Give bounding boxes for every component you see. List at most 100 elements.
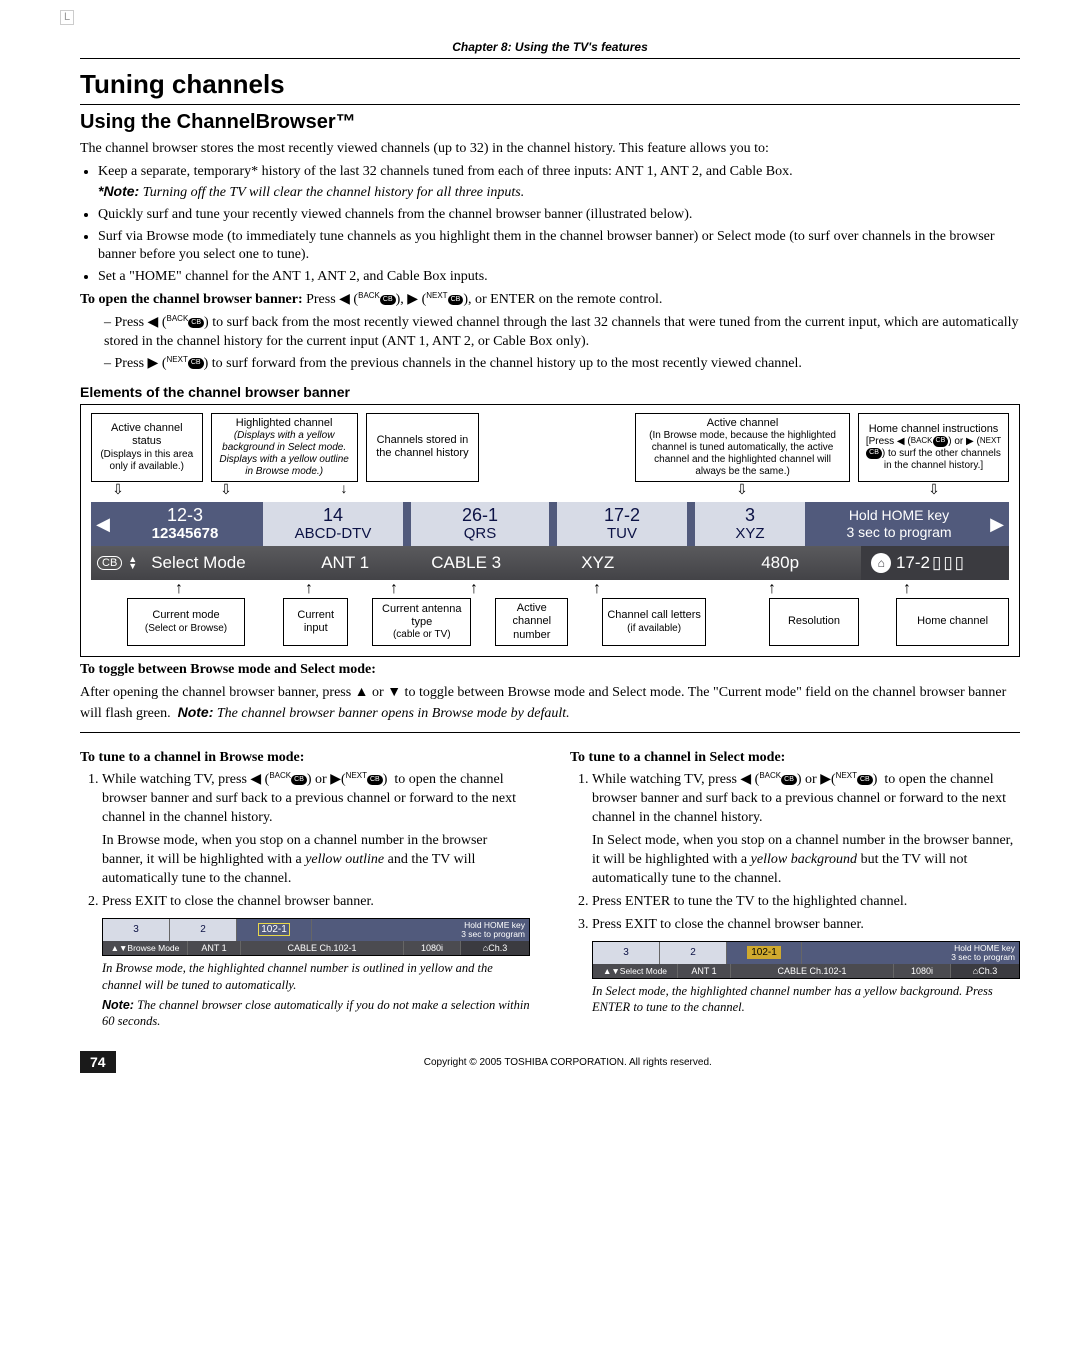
label-call-letters: Channel call letters (if available) [602, 598, 706, 646]
mini-label: CABLE Ch.102-1 [241, 941, 404, 955]
cb-next-icon: CB [866, 448, 882, 458]
toggle-body: After opening the channel browser banner… [80, 684, 1020, 724]
label-channel-number: Active channel number [495, 598, 568, 646]
mini-home: ⌂ Ch.3 [951, 964, 1019, 978]
feature-item: Surf via Browse mode (to immediately tun… [98, 228, 1020, 266]
feature-item: Quickly surf and tune your recently view… [98, 206, 1020, 225]
list-item: Press ENTER to tune the TV to the highli… [592, 893, 1020, 912]
back-label: BACK [911, 436, 933, 445]
tile-name: ABCD-DTV [263, 526, 403, 543]
label-title: Current input [288, 609, 343, 635]
mini-hold: Hold HOME key 3 sec to program [435, 919, 529, 942]
label-title: Active channel status [96, 422, 198, 448]
channel-tile: 14 ABCD-DTV [263, 502, 403, 546]
label-highlighted: Highlighted channel (Displays with a yel… [211, 413, 358, 482]
section-title: Using the ChannelBrowser™ [80, 111, 1020, 134]
cb-back-icon: CB [933, 436, 949, 446]
mini-spacer [312, 919, 435, 942]
corner-mark: L [60, 10, 74, 25]
mini-spacer [802, 942, 925, 965]
cb-next-icon: CB [188, 358, 204, 368]
page-footer: 74 Copyright © 2005 TOSHIBA CORPORATION.… [80, 1051, 1020, 1073]
label-title: Current antenna type [377, 603, 466, 629]
section-title-text: Using the ChannelBrowser™ [80, 111, 356, 133]
mini-tile: 3 [103, 919, 170, 942]
back-label: BACK [167, 314, 189, 323]
label-antenna-type: Current antenna type (cable or TV) [372, 598, 471, 646]
label-sub: (Displays with a yellow background in Se… [216, 430, 353, 478]
current-input: ANT 1 [311, 553, 421, 573]
home-channel: 17-2 [896, 553, 930, 573]
tile-name: XYZ [695, 526, 805, 543]
label-title: Active channel number [500, 602, 563, 642]
mini-tile: 2 [170, 919, 237, 942]
label-title: Resolution [774, 615, 853, 628]
status-row: CB ▲▼ Select Mode ANT 1 CABLE 3 XYZ 480p… [91, 546, 1009, 580]
next-label: NEXT [167, 355, 188, 364]
open-banner-lead: To open the channel browser banner: [80, 292, 303, 307]
label-title: Home channel instructions [863, 423, 1004, 436]
note-label: Note: [178, 704, 214, 720]
list-item: While watching TV, press ◀ (BACKCB) or ▶… [102, 771, 530, 888]
mini-res: 1080i [404, 941, 461, 955]
mini-res: 1080i [894, 964, 951, 978]
cb-back-icon: CB [380, 295, 396, 305]
mini-tile-num: 102-1 [747, 946, 781, 959]
channel-tile-highlighted: 12-3 12345678 [115, 502, 255, 546]
label-title: Channel call letters [607, 609, 701, 622]
page-number: 74 [80, 1051, 116, 1073]
mini-mode: Select Mode [620, 966, 667, 976]
scroll-left-icon: ◀ [91, 502, 115, 546]
channel-tile: 17-2 TUV [557, 502, 687, 546]
hold-home-tile: Hold HOME key 3 sec to program [813, 502, 985, 546]
mini-tile-highlighted: 102-1 [727, 942, 802, 965]
note-text: Turning off the TV will clear the channe… [143, 185, 525, 200]
mini-tile-num: 102-1 [258, 923, 290, 936]
cb-back-icon: CB [188, 318, 204, 328]
label-current-input: Current input [283, 598, 348, 646]
scroll-right-icon: ▶ [985, 502, 1009, 546]
mini-tile: 3 [593, 942, 660, 965]
mini-input: ANT 1 [678, 964, 731, 978]
mini-home: ⌂ Ch.3 [461, 941, 529, 955]
tile-num: 17-2 [557, 506, 687, 526]
select-mini-banner: 3 2 102-1 Hold HOME key 3 sec to program… [592, 941, 1020, 980]
browse-heading: To tune to a channel in Browse mode: [80, 749, 530, 768]
note-label: *Note: [98, 183, 139, 199]
note-label: Note: [102, 998, 134, 1012]
tile-num: 12-3 [115, 506, 255, 526]
feature-item: Set a "HOME" channel for the ANT 1, ANT … [98, 268, 1020, 287]
mini-label: CABLE Ch.102-1 [731, 964, 894, 978]
cb-badge-icon: CB [97, 556, 122, 570]
label-title: Home channel [901, 615, 1004, 628]
cb-next-icon: CB [857, 775, 873, 785]
browse-mini-banner: 3 2 102-1 Hold HOME key 3 sec to program… [102, 918, 530, 957]
cb-next-icon: CB [448, 295, 464, 305]
tile-name: QRS [411, 526, 549, 543]
open-banner-instruction: To open the channel browser banner: Pres… [80, 291, 1020, 310]
tile-num: 14 [263, 506, 403, 526]
next-label: NEXT [836, 771, 857, 780]
hold-line1: Hold HOME key [849, 507, 949, 524]
page-title: Tuning channels [80, 69, 1020, 105]
label-sub: (In Browse mode, because the highlighted… [640, 430, 845, 478]
mini-tile: 2 [660, 942, 727, 965]
resolution: 480p [751, 553, 861, 573]
tile-num: 3 [695, 506, 805, 526]
tile-name: TUV [557, 526, 687, 543]
label-home-channel: Home channel [896, 598, 1009, 646]
back-label: BACK [759, 771, 781, 780]
dash-item: Press ◀ (BACKCB) to surf back from the m… [104, 314, 1020, 352]
select-caption: In Select mode, the highlighted channel … [592, 983, 1020, 1016]
label-title: Current mode [132, 609, 241, 622]
next-label: NEXT [346, 771, 367, 780]
label-title: Highlighted channel [216, 417, 353, 430]
label-active-status: Active channel status (Displays in this … [91, 413, 203, 482]
dash-item: Press ▶ (NEXTCB) to surf forward from th… [104, 355, 1020, 374]
label-sub: (if available) [607, 623, 701, 635]
antenna-type: CABLE 3 [421, 553, 571, 573]
browse-caption: In Browse mode, the highlighted channel … [102, 960, 530, 993]
list-item: While watching TV, press ◀ (BACKCB) or ▶… [592, 771, 1020, 888]
placeholder-boxes-icon: ▯▯▯ [932, 553, 966, 573]
label-home-instructions: Home channel instructions [Press ◀ (BACK… [858, 413, 1009, 482]
